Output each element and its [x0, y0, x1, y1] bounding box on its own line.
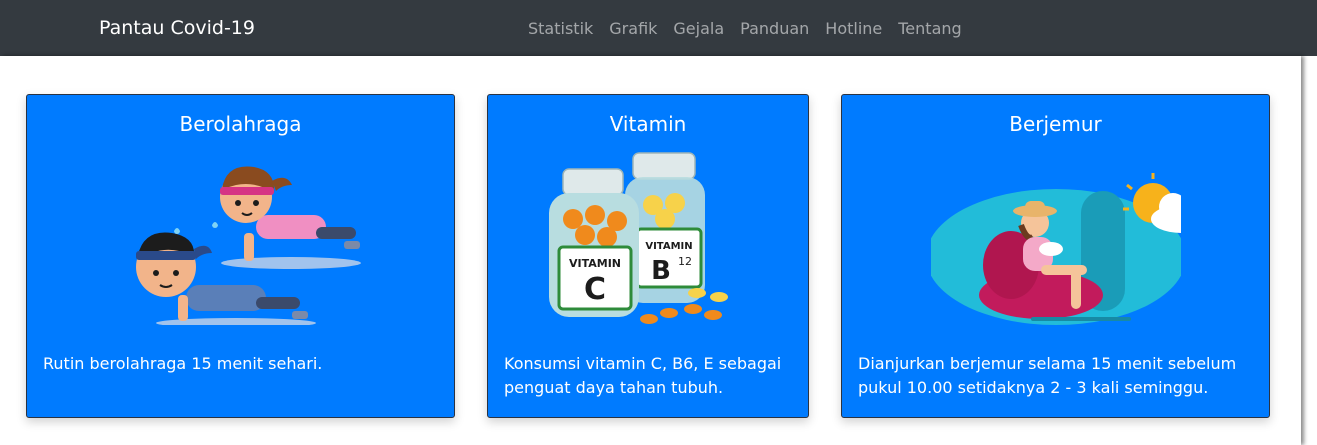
- card-text: Rutin berolahraga 15 menit sehari.: [43, 354, 323, 373]
- sunbathing-icon: [930, 173, 1181, 325]
- bottle-c-word: VITAMIN: [569, 257, 621, 270]
- nav-link-tentang[interactable]: Tentang: [890, 17, 969, 41]
- card-vitamin: Vitamin VITAMIN B 12 VITAMIN C Konsumsi …: [487, 94, 809, 418]
- nav-link-hotline[interactable]: Hotline: [817, 17, 890, 41]
- card-title: Berolahraga: [179, 112, 302, 136]
- bottle-b-word: VITAMIN: [645, 241, 692, 252]
- nav-link-panduan[interactable]: Panduan: [732, 17, 817, 41]
- vitamin-bottles-icon: VITAMIN B 12 VITAMIN C: [549, 152, 728, 324]
- card-berolahraga: Berolahraga Rutin berolahraga 15 menit s…: [26, 94, 455, 418]
- push-up-exercise-icon: [135, 166, 361, 325]
- nav-links: Statistik Grafik Gejala Panduan Hotline …: [520, 17, 970, 41]
- top-navbar: Pantau Covid-19 Statistik Grafik Gejala …: [0, 0, 1317, 56]
- bottle-c-letter: C: [584, 272, 606, 307]
- bottle-b-letter: B: [651, 256, 671, 286]
- card-title: Berjemur: [1009, 112, 1102, 136]
- nav-link-gejala[interactable]: Gejala: [665, 17, 732, 41]
- bottle-b-sub: 12: [678, 255, 692, 268]
- card-title: Vitamin: [609, 112, 687, 136]
- nav-link-grafik[interactable]: Grafik: [601, 17, 665, 41]
- nav-link-statistik[interactable]: Statistik: [520, 17, 601, 41]
- main-content: Berolahraga Rutin berolahraga 15 menit s…: [0, 56, 1301, 445]
- card-text: Konsumsi vitamin C, B6, E sebagai pengua…: [504, 354, 782, 397]
- card-text: Dianjurkan berjemur selama 15 menit sebe…: [858, 354, 1237, 397]
- navbar-brand[interactable]: Pantau Covid-19: [99, 16, 255, 40]
- card-berjemur: Berjemur Dianjurkan berjemur selama 15 m…: [841, 94, 1270, 418]
